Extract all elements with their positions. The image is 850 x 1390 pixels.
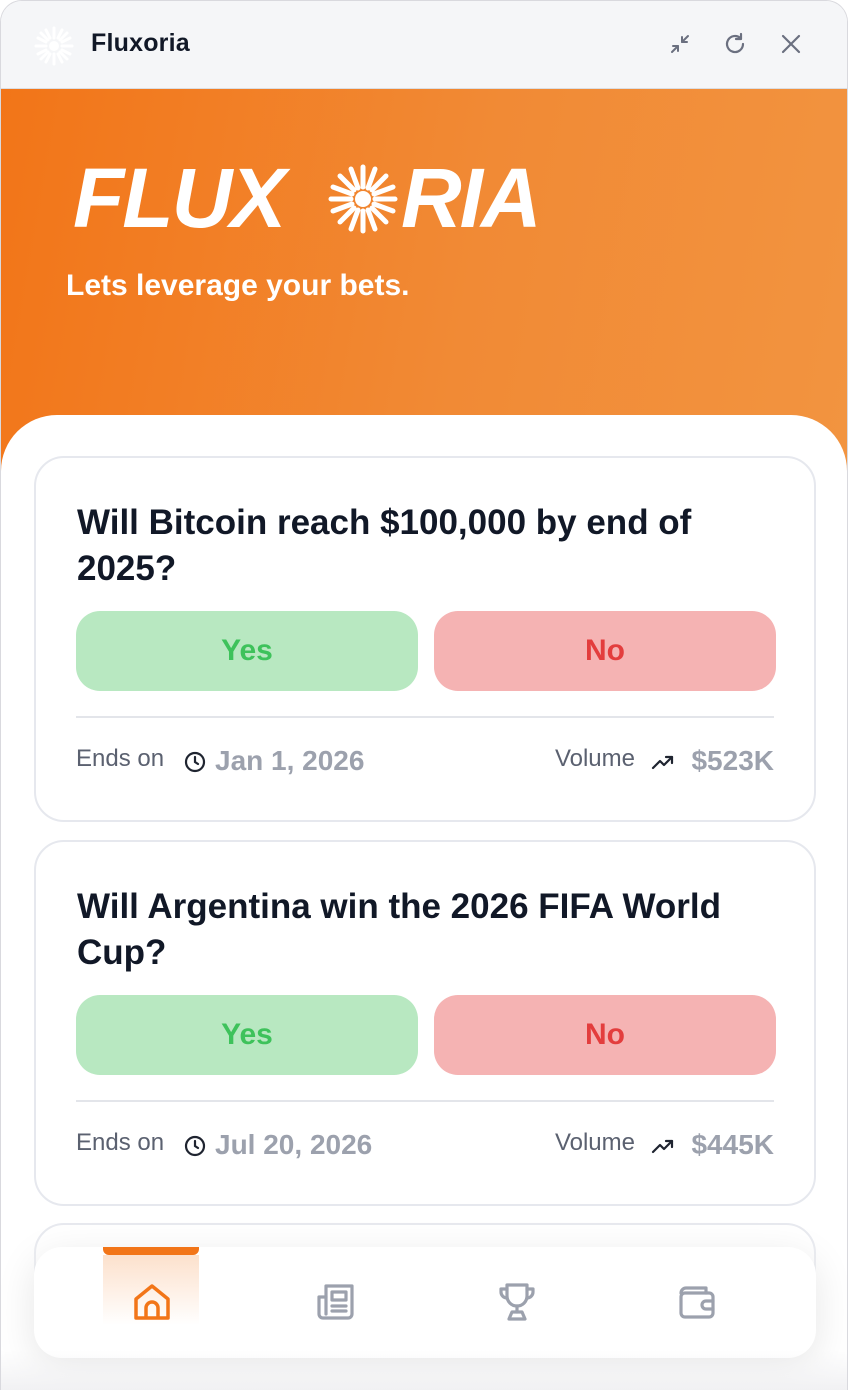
market-question: Will Bitcoin reach $100,000 by end of 20… [77,503,692,588]
tagline: Lets leverage your bets. [66,269,410,302]
market-card[interactable]: Will Argentina win the 2026 FIFA World C… [34,840,816,1206]
end-date: Jul 20, 2026 [215,1129,373,1160]
divider [76,716,774,718]
close-button[interactable] [777,30,805,58]
market-question: Will Argentina win the 2026 FIFA World C… [77,887,722,972]
app-title: Fluxoria [91,29,190,57]
refresh-icon [725,32,745,54]
trending-up-icon [651,1139,674,1154]
yes-button[interactable]: Yes [76,995,418,1075]
volume-value: $445K [691,1129,774,1160]
volume-label: Volume [554,1129,635,1156]
end-date: Jan 1, 2026 [215,745,365,776]
trending-up-icon [651,755,674,770]
nav-leaderboard[interactable] [468,1247,564,1358]
close-icon [781,34,801,54]
svg-text:RIA: RIA [401,159,540,239]
app-window: Fluxoria FLUX RIA Lets leverage your bet… [0,0,848,1390]
no-button[interactable]: No [434,611,776,691]
wallet-icon [679,1286,715,1319]
nav-news[interactable] [287,1247,383,1358]
ends-label: Ends on [76,745,165,772]
title-bar: Fluxoria [1,1,847,89]
clock-icon [184,751,206,773]
sunburst-icon [34,26,74,66]
nav-home[interactable] [103,1247,199,1358]
minimize-arrows-icon [671,35,689,53]
active-indicator [103,1247,199,1255]
home-icon [134,1284,170,1320]
volume-label: Volume [554,745,635,772]
yes-button[interactable]: Yes [76,611,418,691]
newspaper-icon [317,1284,354,1320]
bottom-nav [34,1247,816,1358]
market-card[interactable]: Will Bitcoin reach $100,000 by end of 20… [34,456,816,822]
nav-wallet[interactable] [648,1247,744,1358]
no-button[interactable]: No [434,995,776,1075]
fluxoria-logo: FLUX RIA [73,159,542,239]
divider [76,1100,774,1102]
trophy-icon [499,1283,535,1321]
minimize-button[interactable] [666,30,694,58]
volume-value: $523K [691,745,774,776]
refresh-button[interactable] [721,30,749,58]
clock-icon [184,1135,206,1157]
ends-label: Ends on [76,1129,165,1156]
svg-text:FLUX: FLUX [73,159,291,239]
bottom-fade [1,1350,847,1390]
